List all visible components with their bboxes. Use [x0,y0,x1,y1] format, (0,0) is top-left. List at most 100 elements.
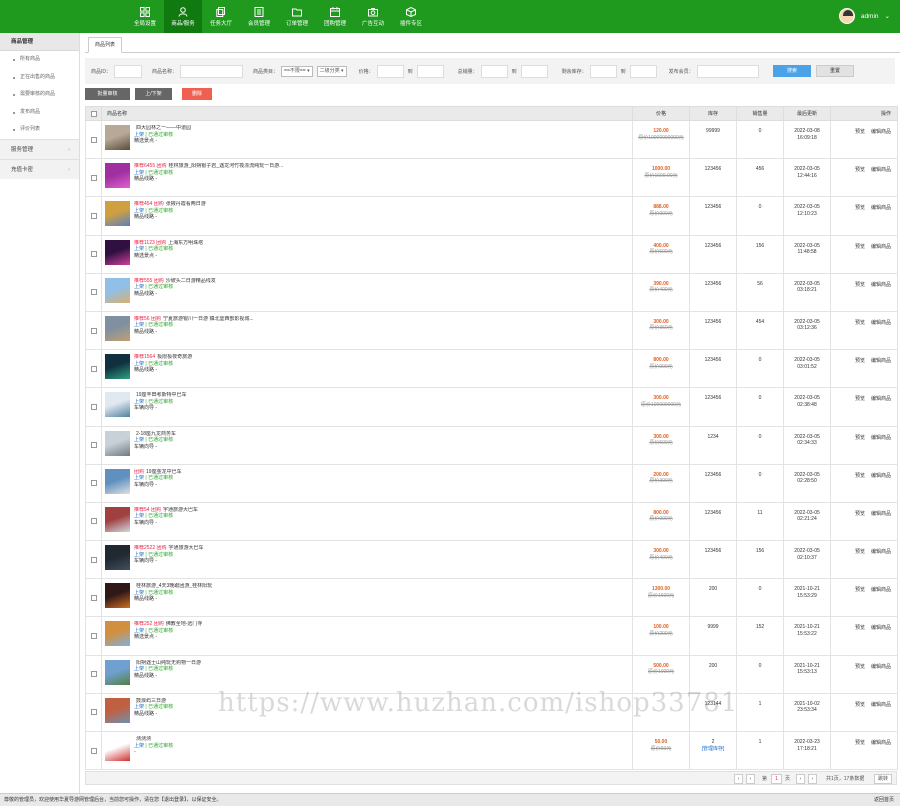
row-checkbox[interactable] [90,327,97,334]
filter-sales-min[interactable] [480,64,508,78]
shelf-status[interactable]: 上架 [134,361,144,367]
row-select-cell[interactable] [85,463,102,503]
edit-link[interactable]: 编辑商品 [871,740,891,746]
edit-link[interactable]: 编辑商品 [871,358,891,364]
product-thumbnail[interactable] [105,659,130,685]
row-select-cell[interactable] [85,501,102,542]
row-select-cell[interactable] [85,119,102,160]
row-checkbox[interactable] [90,212,97,219]
shelf-status[interactable]: 上架 [134,590,144,596]
row-checkbox[interactable] [90,747,97,754]
product-name[interactable]: 张掖丹霞看两日游 [166,201,206,207]
product-name[interactable]: 极限极夜奇旅游 [157,354,192,360]
row-select-cell[interactable] [85,234,102,274]
product-thumbnail[interactable] [105,621,130,647]
preview-link[interactable]: 预览 [855,167,865,173]
row-select-cell[interactable] [85,272,102,312]
preview-link[interactable]: 预览 [855,435,865,441]
row-select-cell[interactable] [85,540,102,580]
row-checkbox[interactable] [90,289,97,296]
nav-item-5[interactable]: 团购管理 [316,0,354,33]
select-all-checkbox[interactable] [90,110,97,117]
row-checkbox[interactable] [90,671,97,678]
product-name[interactable]: 19座金龙中巴车 [146,469,182,475]
edit-link[interactable]: 编辑商品 [871,167,891,173]
product-thumbnail[interactable] [105,736,130,761]
go-button[interactable]: 跳转 [874,774,892,784]
product-name[interactable]: 四大园林之一——中道园 [136,125,191,131]
edit-link[interactable]: 编辑商品 [871,511,891,517]
shelf-status[interactable]: 上架 [134,552,144,558]
nav-item-3[interactable]: 会员管理 [240,0,278,33]
select-all-cell[interactable] [85,106,102,121]
preview-link[interactable]: 预览 [855,396,865,402]
toggle-shelf-button[interactable]: 上/下架 [135,88,172,100]
row-select-cell[interactable] [85,196,102,236]
product-thumbnail[interactable] [105,506,130,532]
filter-stock-min[interactable] [589,64,617,78]
product-name[interactable]: 桂林旅游_4天3晚跟团游_桂林阳玩 [136,583,212,589]
row-checkbox[interactable] [90,518,97,525]
product-thumbnail[interactable] [105,354,130,380]
preview-link[interactable]: 预览 [855,358,865,364]
shelf-status[interactable]: 上架 [134,322,144,328]
product-name[interactable]: 阳朔遇士山纯玩无购物一日游 [136,660,201,666]
row-select-cell[interactable] [85,654,102,694]
preview-link[interactable]: 预览 [855,320,865,326]
delete-button[interactable]: 删除 [182,88,212,100]
edit-link[interactable]: 编辑商品 [871,587,891,593]
row-select-cell[interactable] [85,158,102,198]
edit-link[interactable]: 编辑商品 [871,129,891,135]
preview-link[interactable]: 预览 [855,282,865,288]
product-thumbnail[interactable] [105,163,130,189]
preview-link[interactable]: 预览 [855,511,865,517]
nav-item-2[interactable]: 任务大厅 [202,0,240,33]
row-checkbox[interactable] [90,442,97,449]
product-thumbnail[interactable] [105,392,130,418]
row-select-cell[interactable] [85,730,102,771]
row-select-cell[interactable] [85,425,102,465]
nav-item-0[interactable]: 全局设置 [126,0,164,33]
product-thumbnail[interactable] [105,545,130,571]
row-checkbox[interactable] [90,365,97,372]
shelf-status[interactable]: 上架 [134,743,144,749]
filter-price-max[interactable] [416,64,444,78]
filter-stock-max[interactable] [629,64,657,78]
filter-price-min[interactable] [376,64,404,78]
search-button[interactable]: 搜索 [773,65,811,77]
row-checkbox[interactable] [90,480,97,487]
chevron-down-icon[interactable]: ⌄ [885,12,890,20]
edit-link[interactable]: 编辑商品 [871,549,891,555]
product-name[interactable]: 上海东方明珠塔 [168,240,203,246]
row-select-cell[interactable] [85,692,102,733]
preview-link[interactable]: 预览 [855,473,865,479]
shelf-status[interactable]: 上架 [134,666,144,672]
row-select-cell[interactable] [85,310,102,351]
shelf-status[interactable]: 上架 [134,513,144,519]
product-name[interactable]: 宇通旅游大巴车 [169,545,204,551]
nav-item-7[interactable]: 插件专区 [392,0,430,33]
row-checkbox[interactable] [90,709,97,716]
filter-cat2-select[interactable]: 二级分类 ▾ [316,65,347,77]
preview-link[interactable]: 预览 [855,587,865,593]
tab-product-list[interactable]: 商品列表 [88,37,123,53]
product-name[interactable]: 桂林旅游_阳朔银子岩_遇龙河竹筏漂流纯玩一日游... [169,163,284,169]
preview-link[interactable]: 预览 [855,702,865,708]
back-home-link[interactable]: 返回首页 [874,794,894,806]
row-checkbox[interactable] [90,136,97,143]
row-checkbox[interactable] [90,594,97,601]
preview-link[interactable]: 预览 [855,625,865,631]
filter-cat1-select[interactable]: ==不限== ▾ [281,65,313,77]
username[interactable]: admin [861,13,879,20]
product-thumbnail[interactable] [105,697,130,723]
product-name[interactable]: 佛教圣地-远门寺 [166,621,203,627]
edit-link[interactable]: 编辑商品 [871,702,891,708]
preview-link[interactable]: 预览 [855,664,865,670]
manage-stock-link[interactable]: [管理库存] [702,746,725,752]
preview-link[interactable]: 预览 [855,129,865,135]
product-name[interactable]: 19座丰田考斯特中巴车 [136,392,187,398]
product-thumbnail[interactable] [105,125,130,150]
sidebar-item-3[interactable]: 发布商品 [0,104,79,122]
product-thumbnail[interactable] [105,468,130,494]
row-checkbox[interactable] [90,251,97,258]
